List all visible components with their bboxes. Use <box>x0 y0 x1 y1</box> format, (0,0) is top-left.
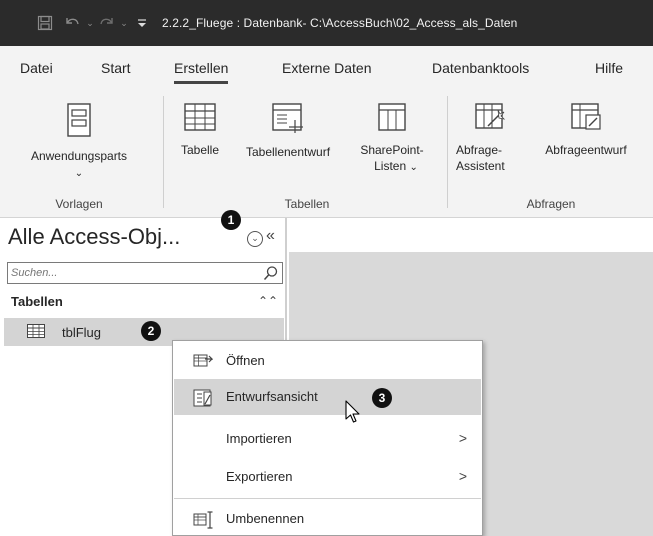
ribbon: Anwendungsparts ⌄ Vorlagen Tabelle Tabel… <box>0 90 653 218</box>
tabellenentwurf-label: Tabellenentwurf <box>245 145 331 159</box>
abfrageentwurf-label: Abfrageentwurf <box>545 143 627 157</box>
menu-item-oeffnen[interactable]: Öffnen <box>174 343 481 379</box>
menu-item-importieren[interactable]: Importieren > <box>174 421 481 457</box>
table-icon <box>27 324 45 341</box>
submenu-arrow-icon: > <box>458 430 467 446</box>
menu-item-label: Entwurfsansicht <box>226 389 318 404</box>
group-separator <box>447 96 448 208</box>
menu-item-entwurfsansicht[interactable]: Entwurfsansicht <box>174 379 481 415</box>
menu-item-exportieren[interactable]: Exportieren > <box>174 459 481 495</box>
application-parts-icon <box>12 102 146 142</box>
callout-badge-3: 3 <box>372 388 392 408</box>
abfrage-assistent-button[interactable]: Abfrage- Assistent <box>456 102 524 174</box>
nav-pane-title[interactable]: Alle Access-Obj... <box>8 224 180 250</box>
redo-icon[interactable] <box>96 0 118 46</box>
context-menu: Öffnen Entwurfsansicht Importieren > Exp… <box>172 340 483 536</box>
window-title: 2.2.2_Fluege : Datenbank- C:\AccessBuch\… <box>162 16 518 30</box>
chevron-down-icon: ⌄ <box>409 162 418 173</box>
mouse-cursor-icon <box>345 400 361 427</box>
group-separator <box>163 96 164 208</box>
tab-hilfe[interactable]: Hilfe <box>595 46 623 90</box>
group-label-abfragen: Abfragen <box>526 197 576 211</box>
document-tab-strip <box>289 218 653 252</box>
undo-icon[interactable] <box>60 0 84 46</box>
abfrage-assistent-label-line1: Abfrage- <box>456 143 503 157</box>
save-icon[interactable] <box>30 0 60 46</box>
design-view-icon <box>193 389 213 410</box>
nav-group-header-tabellen[interactable]: Tabellen <box>11 294 63 309</box>
table-design-icon <box>230 102 346 138</box>
search-icon[interactable] <box>263 265 279 284</box>
menu-item-label: Importieren <box>226 431 292 446</box>
redo-dropdown-icon[interactable]: ⌄ <box>118 0 130 46</box>
anwendungsparts-label: Anwendungsparts <box>30 149 128 163</box>
chevron-down-icon: ⌄ <box>74 168 84 179</box>
tab-externe-daten[interactable]: Externe Daten <box>282 46 372 90</box>
abfrageentwurf-button[interactable]: Abfrageentwurf <box>528 102 644 158</box>
anwendungsparts-button[interactable]: Anwendungsparts ⌄ <box>12 102 146 182</box>
query-design-icon <box>528 102 644 136</box>
ribbon-tabs: Datei Start Erstellen Externe Daten Date… <box>0 46 653 90</box>
query-wizard-icon <box>474 102 524 136</box>
menu-item-label: Öffnen <box>226 353 265 368</box>
tabelle-button[interactable]: Tabelle <box>172 102 228 158</box>
customize-icon[interactable] <box>130 0 154 46</box>
group-label-tabellen: Tabellen <box>284 197 330 211</box>
menu-item-label: Exportieren <box>226 469 293 484</box>
menu-item-label: Umbenennen <box>226 511 305 526</box>
rename-icon <box>193 511 215 532</box>
tabelle-label: Tabelle <box>180 143 220 157</box>
quick-access-toolbar: ⌄ ⌄ <box>0 0 154 46</box>
tab-erstellen[interactable]: Erstellen <box>174 46 229 90</box>
callout-badge-1: 1 <box>221 210 241 230</box>
tab-datenbanktools[interactable]: Datenbanktools <box>432 46 529 90</box>
group-label-vorlagen: Vorlagen <box>55 197 103 211</box>
title-bar: ⌄ ⌄ 2.2.2_Fluege : Datenbank- C:\AccessB… <box>0 0 653 46</box>
chevron-down-icon[interactable]: ⌄ <box>247 231 263 247</box>
collapse-pane-icon[interactable]: « <box>266 227 275 245</box>
collapse-group-icon[interactable]: ⌃⌃ <box>258 294 278 308</box>
nav-item-label: tblFlug <box>62 325 102 340</box>
table-icon <box>172 102 228 136</box>
nav-search-box <box>7 262 283 284</box>
submenu-arrow-icon: > <box>458 468 467 484</box>
sharepoint-lists-icon <box>346 102 438 136</box>
sharepoint-label-line1: SharePoint- <box>360 143 424 157</box>
callout-badge-2: 2 <box>141 321 161 341</box>
sharepoint-listen-button[interactable]: SharePoint- Listen ⌄ <box>346 102 438 176</box>
menu-item-umbenennen[interactable]: Umbenennen <box>174 501 481 536</box>
tab-start[interactable]: Start <box>101 46 131 90</box>
tabellenentwurf-button[interactable]: Tabellenentwurf <box>230 102 346 160</box>
abfrage-assistent-label-line2: Assistent <box>456 159 505 173</box>
tab-datei[interactable]: Datei <box>20 46 53 90</box>
menu-separator <box>174 498 481 499</box>
open-icon <box>193 353 214 372</box>
sharepoint-label-line2: Listen <box>374 159 407 173</box>
undo-dropdown-icon[interactable]: ⌄ <box>84 0 96 46</box>
search-input[interactable] <box>8 263 258 283</box>
